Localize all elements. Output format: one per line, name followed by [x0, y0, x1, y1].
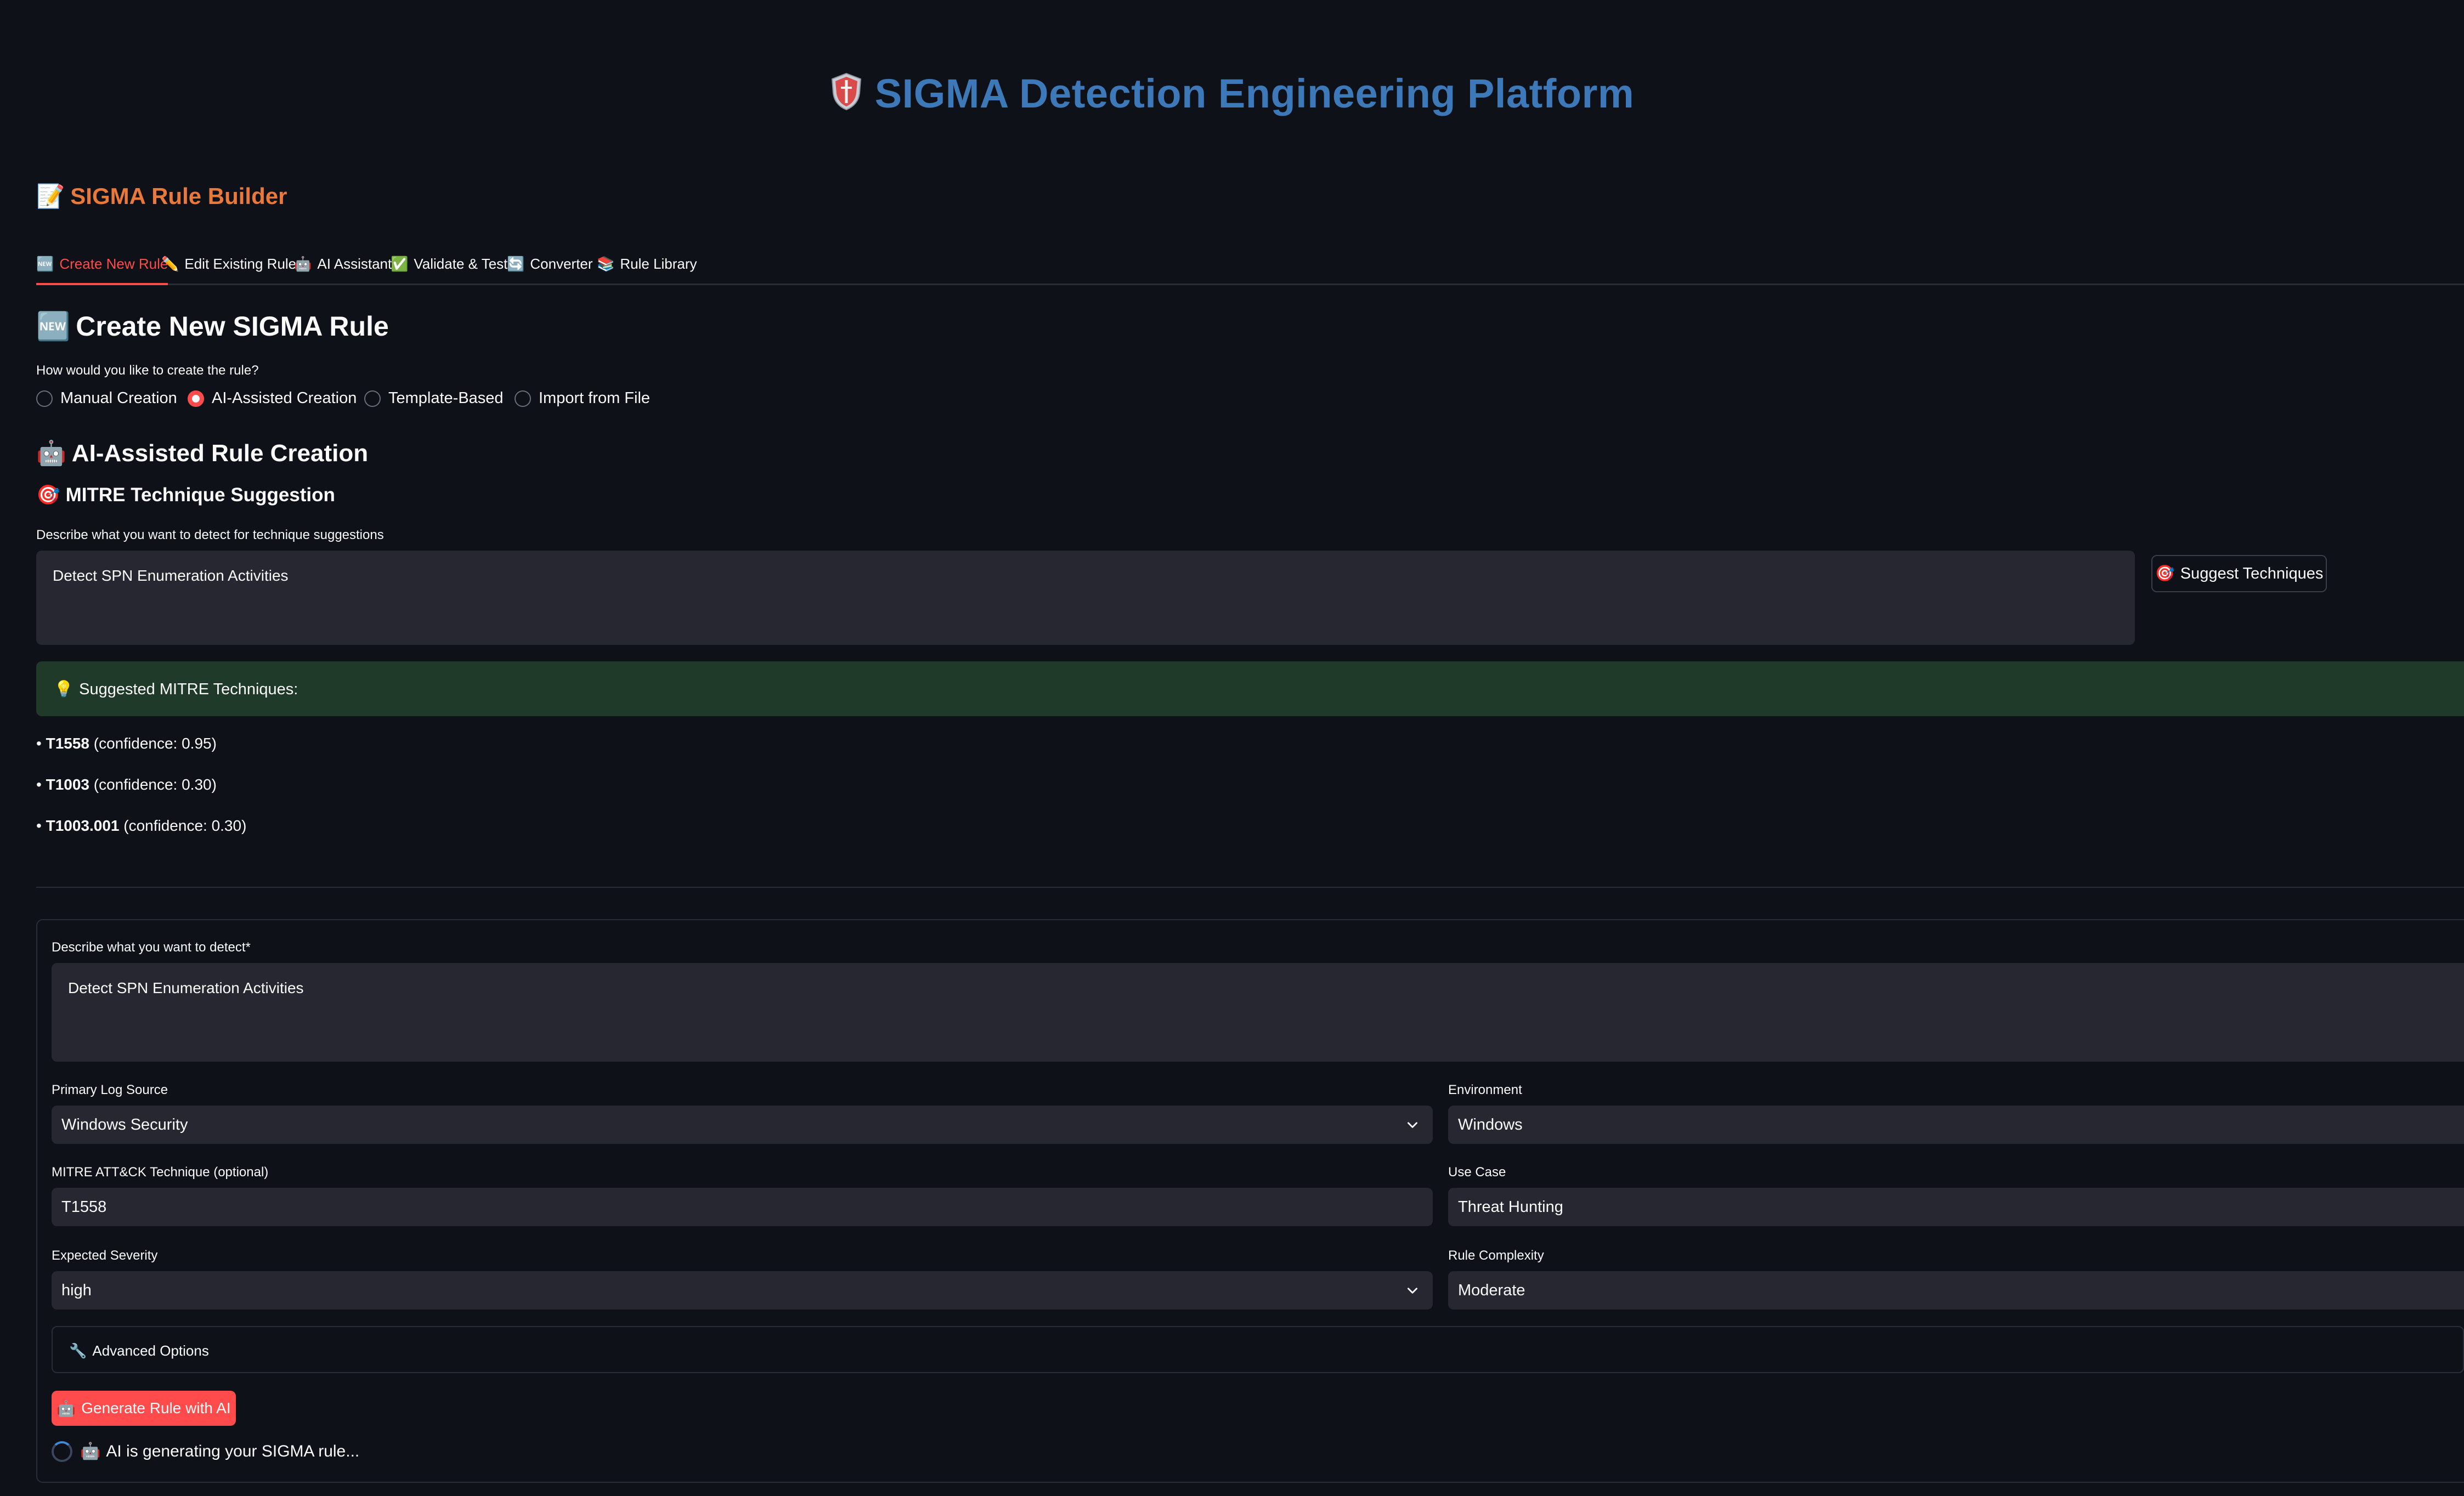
- generate-rule-button[interactable]: 🤖 Generate Rule with AI: [52, 1391, 236, 1426]
- robot-icon: 🤖: [36, 440, 66, 467]
- tab-label: Edit Existing Rule: [184, 256, 297, 272]
- page-title-text: SIGMA Detection Engineering Platform: [874, 71, 1635, 116]
- advanced-options-expander[interactable]: 🔧 Advanced Options: [52, 1326, 2464, 1373]
- technique-id: T1003.001: [46, 817, 120, 834]
- suggestion-item: • T1558 (confidence: 0.95): [36, 735, 217, 752]
- suggest-techniques-label: Suggest Techniques: [2180, 564, 2324, 582]
- chevron-down-icon: [1408, 1288, 1417, 1294]
- radio-manual-creation[interactable]: Manual Creation: [36, 389, 177, 407]
- log-source-value: Windows Security: [61, 1115, 188, 1134]
- page-title: SIGMA Detection Engineering Platform: [0, 70, 2464, 120]
- mitre-heading: 🎯 MITRE Technique Suggestion: [36, 484, 335, 506]
- tab-bar: 🆕 Create New Rule ✏️ Edit Existing Rule 🤖 A…: [36, 251, 2464, 285]
- spinner-icon: [52, 1441, 72, 1462]
- suggestion-item: • T1003.001 (confidence: 0.30): [36, 817, 247, 834]
- technique-confidence: (confidence: 0.30): [93, 776, 217, 793]
- radio-ai-assisted-creation[interactable]: AI-Assisted Creation: [188, 389, 357, 407]
- mitre-technique-input[interactable]: T1558: [52, 1188, 1433, 1226]
- complexity-select[interactable]: Moderate: [1448, 1271, 2464, 1310]
- use-case-select[interactable]: Threat Hunting: [1448, 1188, 2464, 1226]
- method-question: How would you like to create the rule?: [36, 363, 259, 378]
- describe-textarea[interactable]: Detect SPN Enumeration Activities: [52, 963, 2464, 1062]
- tab-ai-assistant[interactable]: 🤖 AI Assistant: [294, 251, 392, 285]
- wrench-icon: 🔧: [69, 1342, 87, 1359]
- create-heading-text: Create New SIGMA Rule: [76, 311, 389, 342]
- technique-confidence: (confidence: 0.30): [123, 817, 247, 834]
- refresh-icon: 🔄: [507, 256, 525, 272]
- suggest-prompt-textarea[interactable]: Detect SPN Enumeration Activities: [36, 551, 2135, 645]
- tab-create-new-rule[interactable]: 🆕 Create New Rule: [36, 251, 168, 285]
- tab-label: Rule Library: [620, 256, 697, 272]
- complexity-label: Rule Complexity: [1448, 1248, 1544, 1263]
- tab-label: Create New Rule: [59, 256, 168, 272]
- books-icon: 📚: [597, 256, 615, 272]
- use-case-label: Use Case: [1448, 1165, 1506, 1180]
- tab-label: Validate & Test: [414, 256, 508, 272]
- log-source-label: Primary Log Source: [52, 1083, 168, 1097]
- radio-import-from-file[interactable]: Import from File: [515, 389, 650, 407]
- tab-label: Converter: [530, 256, 593, 272]
- ai-heading-text: AI-Assisted Rule Creation: [71, 440, 369, 467]
- section-title-text: SIGMA Rule Builder: [70, 183, 287, 209]
- create-heading: 🆕 Create New SIGMA Rule: [36, 310, 389, 343]
- environment-select[interactable]: Windows: [1448, 1106, 2464, 1144]
- radio-template-based[interactable]: Template-Based: [364, 389, 504, 407]
- radio-circle: [36, 390, 53, 407]
- radio-label: Import from File: [539, 389, 651, 407]
- radio-label: AI-Assisted Creation: [212, 389, 357, 407]
- tab-validate-test[interactable]: ✅ Validate & Test: [391, 251, 507, 285]
- use-case-value: Threat Hunting: [1458, 1198, 1563, 1216]
- check-icon: ✅: [391, 256, 409, 272]
- memo-icon: 📝: [36, 183, 65, 209]
- tab-converter[interactable]: 🔄 Converter: [507, 251, 593, 285]
- robot-icon: 🤖: [80, 1442, 101, 1460]
- generation-status-text: AI is generating your SIGMA rule...: [106, 1442, 360, 1460]
- suggestion-item: • T1003 (confidence: 0.30): [36, 776, 217, 793]
- robot-icon: 🤖: [56, 1399, 76, 1417]
- technique-id: T1558: [46, 735, 89, 752]
- environment-value: Windows: [1458, 1115, 1523, 1134]
- technique-id: T1003: [46, 776, 89, 793]
- severity-select[interactable]: high: [52, 1271, 1433, 1310]
- radio-label: Manual Creation: [60, 389, 177, 407]
- tab-edit-existing-rule[interactable]: ✏️ Edit Existing Rule: [161, 251, 296, 285]
- radio-circle: [364, 390, 381, 407]
- chevron-down-icon: [1408, 1122, 1417, 1128]
- new-icon: 🆕: [36, 311, 71, 342]
- severity-value: high: [61, 1281, 92, 1299]
- mitre-technique-value: T1558: [61, 1198, 107, 1216]
- divider: [36, 887, 2464, 888]
- complexity-value: Moderate: [1458, 1281, 1525, 1299]
- robot-icon: 🤖: [294, 256, 312, 272]
- technique-confidence: (confidence: 0.95): [93, 735, 217, 752]
- suggested-techniques-alert: 💡 Suggested MITRE Techniques:: [36, 661, 2464, 716]
- suggest-prompt-value: Detect SPN Enumeration Activities: [53, 567, 289, 584]
- radio-label: Template-Based: [388, 389, 504, 407]
- new-icon: 🆕: [36, 256, 54, 272]
- pencil-icon: ✏️: [161, 256, 179, 272]
- log-source-select[interactable]: Windows Security: [52, 1106, 1433, 1144]
- lightbulb-icon: 💡: [54, 681, 74, 698]
- suggest-prompt-label: Describe what you want to detect for tec…: [36, 528, 384, 542]
- environment-label: Environment: [1448, 1083, 1522, 1097]
- target-icon: 🎯: [2155, 565, 2175, 582]
- severity-label: Expected Severity: [52, 1248, 158, 1263]
- shield-icon: [830, 72, 863, 120]
- describe-label: Describe what you want to detect*: [52, 940, 251, 955]
- radio-circle: [515, 390, 531, 407]
- describe-value: Detect SPN Enumeration Activities: [68, 979, 304, 996]
- section-title: 📝 SIGMA Rule Builder: [36, 183, 287, 210]
- mitre-heading-text: MITRE Technique Suggestion: [65, 484, 335, 506]
- advanced-options-label: Advanced Options: [92, 1342, 209, 1359]
- target-icon: 🎯: [36, 484, 60, 506]
- suggest-techniques-button[interactable]: 🎯 Suggest Techniques: [2151, 555, 2327, 592]
- tab-label: AI Assistant: [317, 256, 392, 272]
- ai-heading: 🤖 AI-Assisted Rule Creation: [36, 439, 368, 467]
- mitre-technique-label: MITRE ATT&CK Technique (optional): [52, 1165, 269, 1180]
- tab-rule-library[interactable]: 📚 Rule Library: [597, 251, 697, 285]
- suggested-techniques-header: Suggested MITRE Techniques:: [79, 681, 298, 698]
- generate-rule-label: Generate Rule with AI: [81, 1399, 231, 1416]
- radio-circle-selected: [188, 390, 204, 407]
- generation-status: 🤖 AI is generating your SIGMA rule...: [52, 1441, 359, 1462]
